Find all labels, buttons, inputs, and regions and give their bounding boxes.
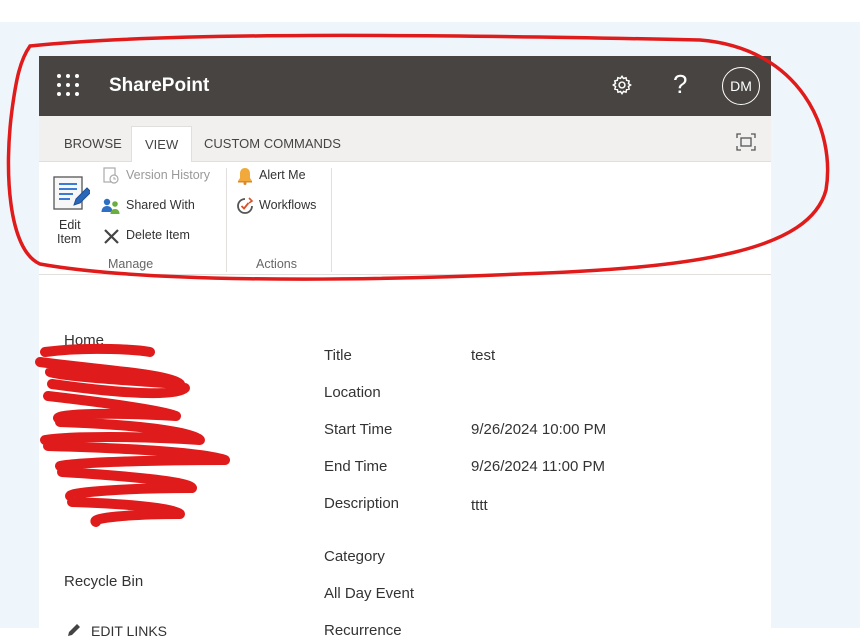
edit-item-label-1[interactable]: Edit xyxy=(59,218,81,232)
tab-custom-commands[interactable]: CUSTOM COMMANDS xyxy=(204,126,341,161)
sharepoint-page: SharePoint ? DM BROWSE VIEW CUSTOM COMMA… xyxy=(39,56,771,639)
help-icon[interactable]: ? xyxy=(673,69,687,100)
field-value-start-time: 9/26/2024 10:00 PM xyxy=(471,421,607,438)
workflows-icon xyxy=(237,197,254,214)
ribbon-tab-row: BROWSE VIEW CUSTOM COMMANDS xyxy=(39,116,771,163)
ribbon-group-divider xyxy=(331,168,332,272)
focus-on-content-icon[interactable] xyxy=(736,133,756,151)
tab-browse[interactable]: BROWSE xyxy=(64,126,122,161)
workflows-button[interactable]: Workflows xyxy=(259,198,316,212)
edit-links-link[interactable]: EDIT LINKS xyxy=(91,623,167,639)
pencil-icon xyxy=(68,624,80,636)
bell-icon xyxy=(238,168,252,185)
sharepoint-brand[interactable]: SharePoint xyxy=(109,75,209,97)
ribbon-group-divider xyxy=(226,168,227,272)
ribbon-body: Edit Item Version History Shared With De… xyxy=(39,162,771,275)
delete-item-button[interactable]: Delete Item xyxy=(126,228,190,242)
field-label-description: Description xyxy=(324,495,400,512)
manage-group-label: Manage xyxy=(108,257,154,271)
shared-with-button[interactable]: Shared With xyxy=(126,198,195,212)
alert-me-button[interactable]: Alert Me xyxy=(259,168,306,182)
nav-recycle-bin[interactable]: Recycle Bin xyxy=(64,573,143,590)
settings-gear-icon[interactable] xyxy=(611,74,633,96)
field-label-recurrence: Recurrence xyxy=(324,622,402,639)
app-launcher-icon[interactable] xyxy=(57,74,79,96)
field-value-description: tttt xyxy=(471,497,488,514)
field-label-category: Category xyxy=(324,548,385,565)
user-avatar[interactable]: DM xyxy=(722,67,760,105)
browser-viewport: SharePoint ? DM BROWSE VIEW CUSTOM COMMA… xyxy=(0,22,860,639)
edit-item-icon[interactable] xyxy=(52,174,90,212)
shared-with-icon xyxy=(101,198,120,214)
field-label-all-day-event: All Day Event xyxy=(324,585,415,602)
nav-home[interactable]: Home xyxy=(64,332,104,349)
delete-x-icon xyxy=(104,229,119,244)
version-history-button[interactable]: Version History xyxy=(126,168,210,182)
suite-bar: SharePoint ? DM xyxy=(39,56,771,116)
edit-item-label-2[interactable]: Item xyxy=(57,232,81,246)
field-label-start-time: Start Time xyxy=(324,421,393,438)
actions-group-label: Actions xyxy=(256,257,297,271)
version-history-icon xyxy=(103,167,119,184)
field-value-title: test xyxy=(471,347,496,364)
tab-view[interactable]: VIEW xyxy=(131,126,193,163)
field-label-end-time: End Time xyxy=(324,458,388,475)
field-label-title: Title xyxy=(324,347,352,364)
field-label-location: Location xyxy=(324,384,381,401)
field-value-end-time: 9/26/2024 11:00 PM xyxy=(471,458,605,475)
